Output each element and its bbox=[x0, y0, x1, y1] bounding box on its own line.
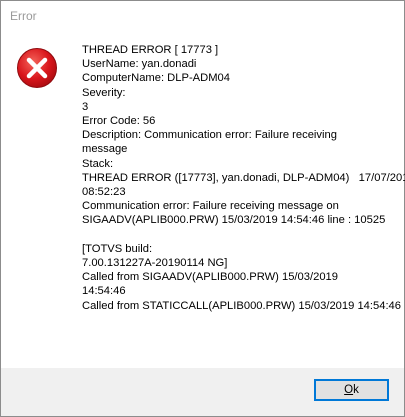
message-line: ComputerName: DLP-ADM04 bbox=[82, 72, 230, 85]
message-line: Severity: bbox=[82, 86, 126, 99]
message-line: [TOTVS build: bbox=[82, 242, 153, 255]
message-line: 14:54:46 bbox=[82, 285, 126, 298]
message-line: 3 bbox=[82, 100, 89, 113]
message-line: message bbox=[82, 143, 128, 156]
message-line: Called from SIGAADV(APLIB000.PRW) 15/03/… bbox=[82, 271, 338, 284]
window-title: Error bbox=[10, 9, 37, 23]
ok-label: k bbox=[353, 384, 359, 396]
title-bar[interactable]: Error bbox=[1, 1, 404, 31]
message-line bbox=[82, 228, 400, 242]
error-dialog: Error THREAD ERROR [ 17773 ] UserName: ya… bbox=[0, 0, 405, 417]
message-line: SIGAADV(APLIB000.PRW) 15/03/2019 14:54:4… bbox=[82, 214, 386, 227]
dialog-footer: Ok bbox=[1, 368, 404, 416]
message-line: Communication error: Failure receiving m… bbox=[82, 200, 339, 213]
message-line: Description: Communication error: Failur… bbox=[82, 129, 337, 142]
message-line: 7.00.131227A-20190114 NG] bbox=[82, 257, 228, 270]
error-message: THREAD ERROR [ 17773 ] UserName: yan.dona… bbox=[82, 43, 405, 313]
message-line: Error Code: 56 bbox=[82, 115, 156, 128]
message-line: Stack: bbox=[82, 157, 114, 170]
ok-mnemonic: O bbox=[344, 384, 354, 396]
error-icon bbox=[17, 48, 57, 88]
message-line: THREAD ERROR [ 17773 ] bbox=[82, 44, 219, 56]
message-line: Called from STATICCALL(APLIB000.PRW) 15/… bbox=[82, 299, 402, 312]
message-line: UserName: yan.donadi bbox=[82, 58, 197, 71]
ok-button[interactable]: Ok bbox=[314, 379, 389, 401]
message-line: 08:52:23 bbox=[82, 186, 126, 199]
message-line: THREAD ERROR ([17773], yan.donadi, DLP-A… bbox=[82, 171, 405, 184]
